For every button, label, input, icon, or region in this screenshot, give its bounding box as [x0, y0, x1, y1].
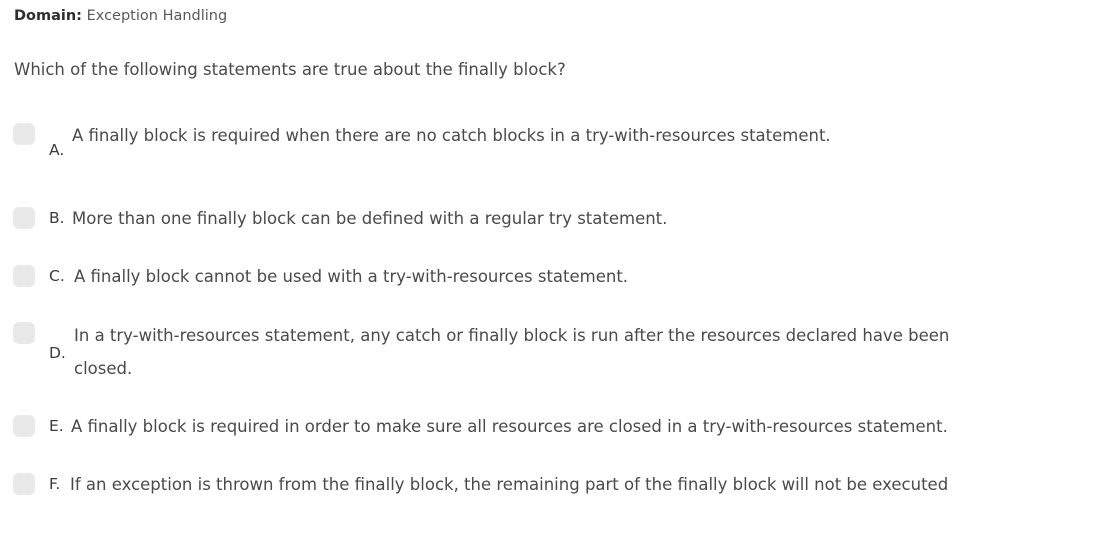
option-c-line-1: A finally block cannot be used with a tr… — [74, 267, 629, 286]
option-d-text: In a try-with-resources statement, any c… — [74, 319, 949, 385]
option-d-line-2: closed. — [74, 359, 133, 378]
option-a[interactable]: A finally block is required when there a… — [0, 120, 1097, 170]
option-d-letter: D. — [49, 344, 66, 362]
option-e-line-1: A finally block is required in order to … — [71, 417, 948, 436]
domain-label: Domain: — [14, 8, 82, 24]
option-d[interactable]: D. In a try-with-resources statement, an… — [0, 320, 1097, 390]
option-e-checkbox[interactable] — [13, 415, 35, 437]
option-f[interactable]: F. If an exception is thrown from the fi… — [0, 471, 1097, 501]
option-a-text: A finally block is required when there a… — [72, 119, 831, 152]
option-a-letter: A. — [49, 141, 65, 159]
option-f-text: If an exception is thrown from the final… — [70, 468, 948, 501]
question-text: Which of the following statements are tr… — [14, 60, 566, 79]
option-b[interactable]: B. More than one finally block can be de… — [0, 205, 1097, 235]
option-c-letter: C. — [49, 267, 65, 285]
option-b-letter: B. — [49, 209, 65, 227]
option-e-letter: E. — [49, 417, 64, 435]
option-b-text: More than one finally block can be defin… — [72, 202, 667, 235]
option-b-checkbox[interactable] — [13, 207, 35, 229]
option-c[interactable]: C. A finally block cannot be used with a… — [0, 263, 1097, 293]
option-e-text: A finally block is required in order to … — [71, 410, 948, 443]
option-f-letter: F. — [49, 475, 61, 493]
option-a-checkbox[interactable] — [13, 123, 35, 145]
option-d-line-1: In a try-with-resources statement, any c… — [74, 326, 950, 345]
option-f-line-1: If an exception is thrown from the final… — [70, 475, 949, 494]
domain-line: Domain: Exception Handling — [14, 8, 227, 24]
option-c-text: A finally block cannot be used with a tr… — [74, 260, 628, 293]
option-f-checkbox[interactable] — [13, 473, 35, 495]
option-e[interactable]: E. A finally block is required in order … — [0, 413, 1097, 443]
option-b-line-1: More than one finally block can be defin… — [72, 209, 668, 228]
domain-value: Exception Handling — [86, 8, 228, 24]
option-a-line-1: A finally block is required when there a… — [72, 126, 831, 145]
option-d-checkbox[interactable] — [13, 322, 35, 344]
option-c-checkbox[interactable] — [13, 265, 35, 287]
